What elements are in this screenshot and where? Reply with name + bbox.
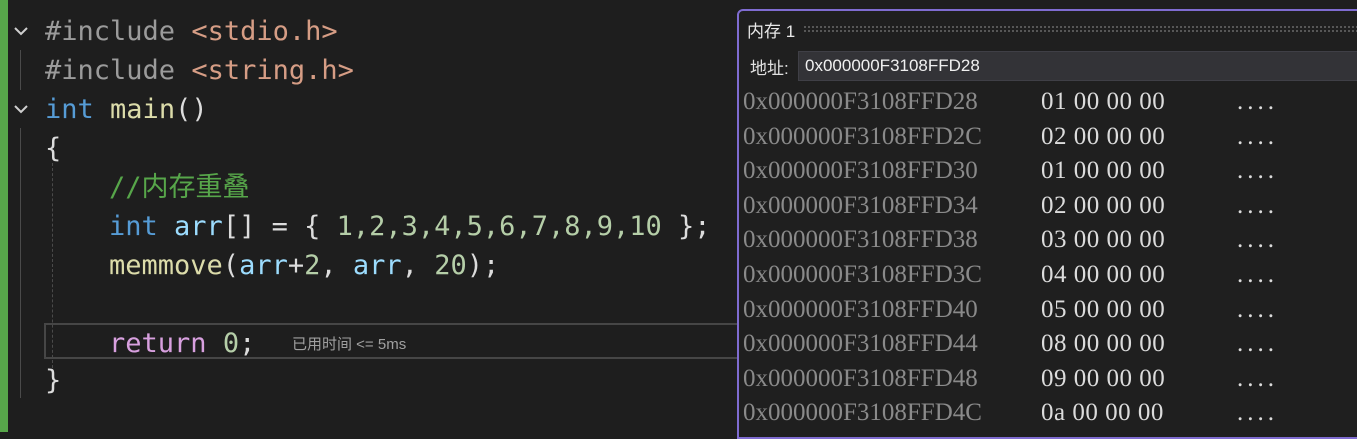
- memory-ascii: ....: [1237, 191, 1278, 219]
- memory-ascii: ....: [1237, 399, 1278, 427]
- memory-bytes[interactable]: 02 00 00 00: [1041, 120, 1237, 155]
- variable: arr: [352, 250, 402, 281]
- memory-address: 0x000000F3108FFD48: [743, 364, 978, 392]
- code-line-3[interactable]: int main(): [45, 90, 208, 129]
- memory-ascii: ....: [1237, 88, 1278, 115]
- memory-row[interactable]: 0x000000F3108FFD48 09 00 00 00....: [743, 362, 1278, 397]
- memory-ascii: ....: [1237, 157, 1278, 185]
- memory-address: 0x000000F3108FFD3C: [743, 260, 982, 288]
- fold-guide: [20, 128, 21, 398]
- memory-row[interactable]: 0x000000F3108FFD34 02 00 00 00....: [743, 189, 1278, 224]
- memory-row[interactable]: 0x000000F3108FFD2C 02 00 00 00....: [743, 120, 1278, 155]
- code-line-9[interactable]: return 0;: [109, 324, 255, 363]
- memory-ascii: ....: [1237, 364, 1278, 392]
- memory-bytes[interactable]: 01 00 00 00: [1041, 154, 1237, 189]
- memory-bytes[interactable]: 08 00 00 00: [1041, 327, 1237, 362]
- memory-ascii: ....: [1237, 260, 1278, 288]
- code-line-10[interactable]: }: [45, 361, 61, 400]
- memory-bytes[interactable]: 02 00 00 00: [1041, 189, 1237, 224]
- memory-window-title: 内存 1: [747, 21, 796, 41]
- memory-rows: 0x000000F3108FFD28 01 00 00 00.... 0x00000…: [743, 85, 1278, 431]
- memory-window-titlebar[interactable]: 内存 1: [739, 11, 1357, 47]
- number-list: 1,2,3,4,5,6,7,8,9,10: [336, 211, 662, 242]
- keyword: int: [45, 94, 94, 125]
- variable: arr: [174, 211, 223, 242]
- memory-address: 0x000000F3108FFD2C: [743, 122, 982, 150]
- memory-address: 0x000000F3108FFD30: [743, 157, 978, 185]
- memory-window[interactable]: 内存 1 地址: 0x000000F3108FFD28 01 00 00 00..…: [737, 9, 1357, 439]
- memory-row[interactable]: 0x000000F3108FFD44 08 00 00 00....: [743, 327, 1278, 362]
- memory-row[interactable]: 0x000000F3108FFD40 05 00 00 00....: [743, 293, 1278, 328]
- fold-chevron-icon[interactable]: [12, 100, 30, 118]
- drag-grip-icon[interactable]: [803, 25, 1357, 33]
- memory-bytes[interactable]: 05 00 00 00: [1041, 293, 1237, 328]
- memory-bytes[interactable]: 01 00 00 00: [1041, 85, 1237, 120]
- keyword-return: return: [109, 328, 207, 359]
- elapsed-time-hint: 已用时间 <= 5ms: [292, 336, 407, 353]
- memory-row[interactable]: 0x000000F3108FFD38 03 00 00 00....: [743, 223, 1278, 258]
- include-path: <string.h>: [191, 55, 354, 86]
- address-input[interactable]: [798, 51, 1357, 81]
- memory-ascii: ....: [1237, 295, 1278, 323]
- memory-address: 0x000000F3108FFD34: [743, 191, 978, 219]
- code-line-5[interactable]: //内存重叠: [109, 168, 250, 207]
- code-line-1[interactable]: #include <stdio.h>: [45, 12, 338, 51]
- code-line-4[interactable]: {: [45, 129, 61, 168]
- function-name: main: [110, 94, 176, 125]
- keyword: int: [109, 211, 158, 242]
- memory-row[interactable]: 0x000000F3108FFD3C 04 00 00 00....: [743, 258, 1278, 293]
- code-line-7[interactable]: memmove(arr+2, arr, 20);: [109, 246, 499, 285]
- memory-address: 0x000000F3108FFD40: [743, 295, 978, 323]
- memory-bytes[interactable]: 04 00 00 00: [1041, 258, 1237, 293]
- fold-guide: [20, 50, 21, 90]
- memory-ascii: ....: [1237, 122, 1278, 150]
- include-path: <stdio.h>: [191, 16, 338, 47]
- change-indicator-bar: [0, 0, 8, 432]
- memory-address: 0x000000F3108FFD38: [743, 226, 978, 254]
- memory-ascii: ....: [1237, 330, 1278, 358]
- memory-bytes[interactable]: 09 00 00 00: [1041, 362, 1237, 397]
- function-name: memmove: [109, 250, 223, 281]
- memory-row[interactable]: 0x000000F3108FFD30 01 00 00 00....: [743, 154, 1278, 189]
- code-line-6[interactable]: int arr[] = { 1,2,3,4,5,6,7,8,9,10 };: [109, 207, 711, 246]
- memory-ascii: ....: [1237, 226, 1278, 254]
- address-label: 地址:: [750, 58, 789, 78]
- memory-row[interactable]: 0x000000F3108FFD28 01 00 00 00....: [743, 85, 1278, 120]
- memory-row[interactable]: 0x000000F3108FFD4C 0a 00 00 00....: [743, 396, 1278, 431]
- address-bar: 地址:: [739, 49, 1357, 83]
- code-line-2[interactable]: #include <string.h>: [45, 51, 354, 90]
- comment: //内存重叠: [109, 172, 250, 203]
- fold-chevron-icon[interactable]: [12, 22, 30, 40]
- preprocessor: #include: [45, 55, 192, 86]
- memory-address: 0x000000F3108FFD44: [743, 330, 978, 358]
- memory-bytes[interactable]: 0a 00 00 00: [1041, 396, 1237, 431]
- memory-address: 0x000000F3108FFD28: [743, 88, 978, 115]
- memory-bytes[interactable]: 03 00 00 00: [1041, 223, 1237, 258]
- memory-address: 0x000000F3108FFD4C: [743, 399, 982, 427]
- variable: arr: [239, 250, 288, 281]
- preprocessor: #include: [45, 16, 192, 47]
